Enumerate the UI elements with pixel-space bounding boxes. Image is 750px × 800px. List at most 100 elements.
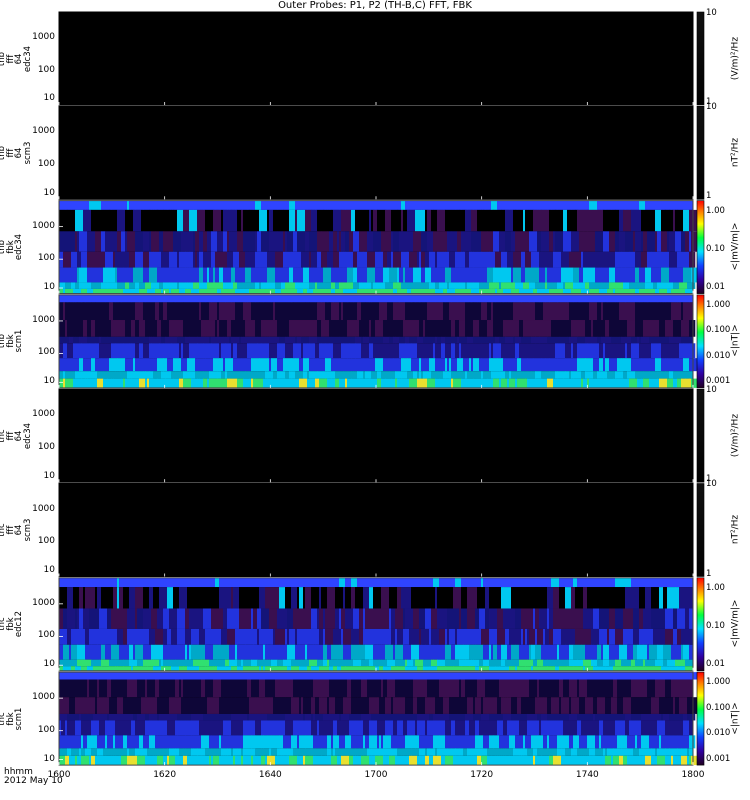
spectrogram-cell	[207, 288, 212, 294]
spectrogram-cell	[367, 666, 376, 671]
spectrogram-cell	[145, 282, 150, 289]
spectrogram-cell	[367, 267, 374, 283]
spectrogram-cell	[671, 200, 674, 210]
spectrogram-cell	[419, 294, 428, 303]
spectrogram-cell	[177, 336, 186, 344]
spectrogram-cell	[105, 735, 108, 749]
spectrogram-cell	[259, 587, 266, 609]
spectrogram-cell	[571, 371, 578, 379]
spectrogram-cell	[295, 209, 298, 232]
spectrogram-cell	[505, 302, 508, 321]
spectrogram-cell	[169, 697, 172, 714]
spectrogram-cell	[231, 587, 234, 609]
spectrogram-cell	[639, 608, 644, 629]
spectrogram-cell	[619, 231, 626, 252]
spectrogram-cell	[219, 755, 224, 766]
spectrogram-cell	[435, 343, 442, 359]
spectrogram-cell	[281, 209, 284, 232]
spectrogram-cell	[131, 294, 140, 303]
spectrogram-cell	[359, 231, 368, 252]
spectrogram-cell	[125, 200, 128, 210]
spectrogram-cell	[681, 577, 686, 588]
spectrogram-cell	[475, 666, 480, 671]
spectrogram-cell	[551, 336, 560, 344]
spectrogram-cell	[169, 267, 178, 283]
x-tick-label: 1800	[681, 770, 705, 781]
spectrogram-cell	[59, 343, 64, 359]
spectrogram-cell	[383, 679, 388, 698]
spectrogram-cell	[435, 378, 440, 388]
spectrogram-cell	[67, 720, 74, 736]
spectrogram-cell	[575, 209, 578, 232]
spectrogram-cell	[111, 644, 120, 660]
spectrogram-cell	[69, 697, 74, 714]
spectrogram-cell	[631, 666, 636, 671]
spectrogram-cell	[601, 282, 610, 289]
spectrogram-cell	[389, 358, 394, 372]
spectrogram-cell	[237, 231, 244, 252]
spectrogram-cell	[505, 231, 512, 252]
spectrogram-cell	[277, 358, 284, 372]
spectrogram-cell	[169, 320, 178, 337]
spectrogram-cell	[665, 735, 670, 749]
spectrogram-cell	[309, 343, 314, 359]
spectrogram-cell	[539, 735, 544, 749]
spectrogram-cell	[479, 282, 484, 289]
spectrogram-cell	[473, 378, 482, 388]
spectrogram-cell	[109, 659, 116, 667]
spectrogram-cell	[229, 336, 232, 344]
spectrogram-cell	[193, 577, 200, 588]
spectrogram-cell	[499, 320, 504, 337]
spectrogram-cell	[135, 200, 144, 210]
spectrogram-cell	[619, 644, 628, 660]
spectrogram-cell	[681, 231, 686, 252]
spectrogram-cell	[277, 231, 284, 252]
spectrogram-cell	[617, 358, 622, 372]
spectrogram-cell	[581, 644, 586, 660]
spectrogram-cell	[463, 644, 470, 660]
spectrogram-cell	[127, 628, 130, 645]
spectrogram-cell	[595, 209, 604, 232]
spectrogram-cell	[107, 282, 112, 289]
spectrogram-cell	[101, 320, 108, 337]
spectrogram-cell	[443, 587, 448, 609]
spectrogram-cell	[601, 755, 606, 766]
spectrogram-cell	[669, 735, 678, 749]
spectrogram-cell	[115, 587, 118, 609]
spectrogram-cell	[251, 713, 258, 721]
spectrogram-cell	[691, 267, 698, 283]
spectrogram-cell	[371, 282, 374, 289]
spectrogram-cell	[457, 294, 466, 303]
spectrogram-cell	[225, 755, 234, 766]
spectrogram-cell	[267, 320, 270, 337]
spectrogram-cell	[667, 697, 670, 714]
spectrogram-cell	[581, 371, 586, 379]
panel-6	[58, 483, 705, 577]
spectrogram-cell	[499, 282, 502, 289]
spectrogram-cell	[557, 282, 564, 289]
spectrogram-cell	[335, 267, 338, 283]
spectrogram-cell	[65, 644, 70, 660]
spectrogram-cell	[227, 320, 232, 337]
spectrogram-cell	[249, 713, 252, 721]
spectrogram-cell	[371, 294, 374, 303]
spectrogram-cell	[309, 302, 318, 321]
spectrogram-cell	[137, 577, 140, 588]
spectrogram-cell	[393, 644, 396, 660]
spectrogram-cell	[145, 294, 150, 303]
spectrogram-cell	[291, 251, 296, 268]
spectrogram-cell	[655, 231, 658, 252]
spectrogram-cell	[379, 251, 384, 268]
spectrogram-cell	[651, 267, 660, 283]
spectrogram-cell	[537, 200, 540, 210]
spectrogram-cell	[127, 644, 130, 660]
spectrogram-cell	[589, 713, 594, 721]
spectrogram-cell	[213, 666, 216, 671]
spectrogram-cell	[495, 288, 498, 294]
spectrogram-cell	[541, 666, 548, 671]
spectrogram-cell	[275, 672, 278, 680]
spectrogram-cell	[515, 378, 518, 388]
spectrogram-cell	[101, 282, 108, 289]
spectrogram-cell	[665, 748, 670, 756]
spectrogram-cell	[237, 644, 246, 660]
